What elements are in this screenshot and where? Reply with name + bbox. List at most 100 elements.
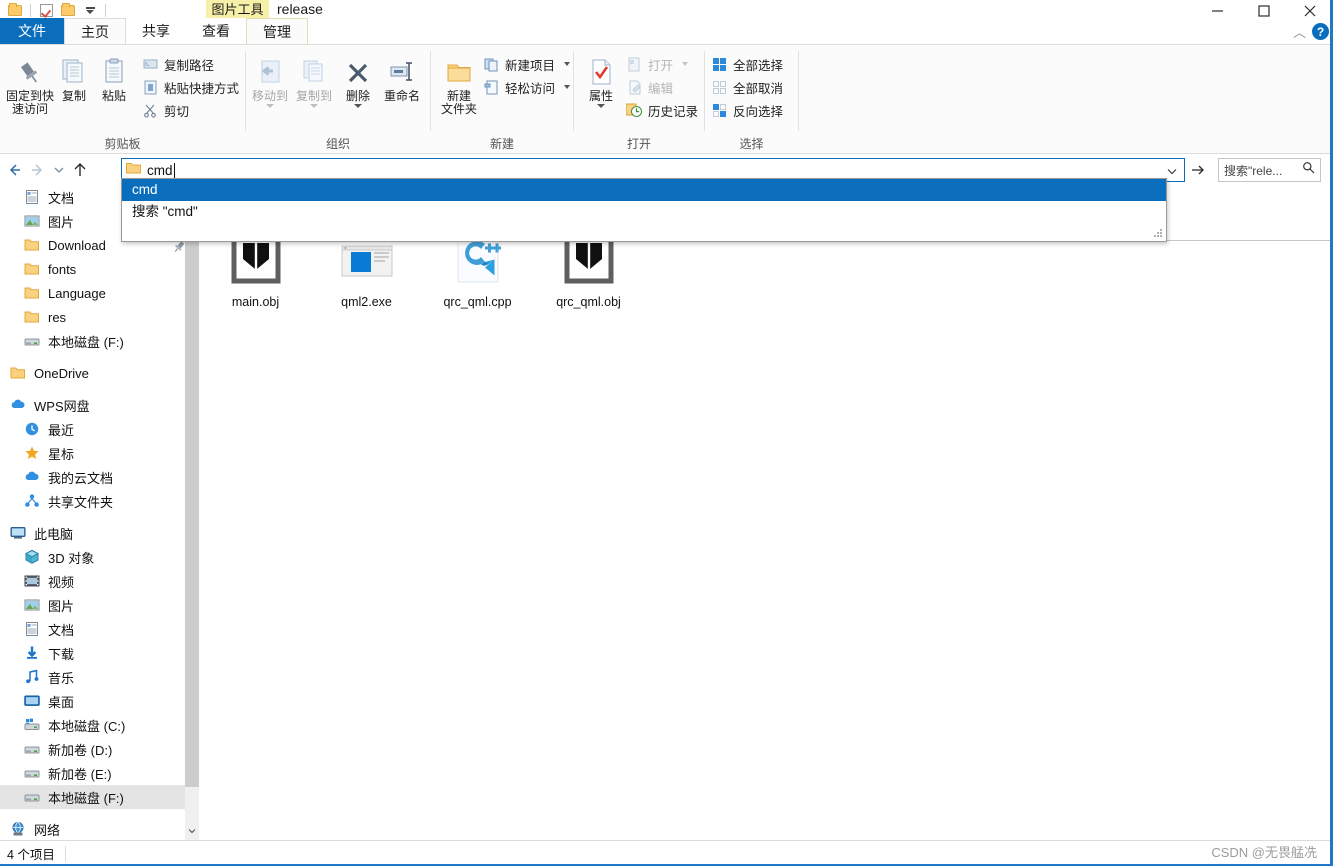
- autocomplete-item-cmd[interactable]: cmd: [122, 179, 1166, 201]
- sidebar-item-图片[interactable]: 图片: [0, 593, 185, 617]
- sidebar-item-网络[interactable]: 网络: [0, 817, 185, 840]
- history-button[interactable]: 历史记录: [626, 100, 698, 120]
- new-item-button[interactable]: 新建项目: [483, 54, 571, 74]
- recent-clock-icon: [22, 419, 42, 439]
- sidebar-item-OneDrive[interactable]: OneDrive: [0, 361, 185, 385]
- easy-access-caret-icon[interactable]: [564, 85, 571, 89]
- tab-home[interactable]: 主页: [64, 18, 126, 45]
- sidebar-item-此电脑[interactable]: 此电脑: [0, 521, 185, 545]
- pictures-icon: [22, 211, 42, 231]
- address-folder-icon: [126, 161, 142, 179]
- navigation-pane[interactable]: 文档 图片 Download fonts Language res 本地磁盘 (F:) One…: [0, 185, 185, 840]
- sidebar-item-本地磁盘-(F:)[interactable]: 本地磁盘 (F:): [0, 329, 185, 353]
- select-all-button[interactable]: 全部选择: [711, 54, 783, 74]
- sidebar-item-音乐[interactable]: 音乐: [0, 665, 185, 689]
- paste-icon: [99, 53, 129, 87]
- qat-customize-dropdown-icon[interactable]: [79, 1, 101, 19]
- qat-folder-icon[interactable]: [4, 1, 26, 19]
- open-label: 打开: [647, 58, 673, 73]
- edit-button[interactable]: 编辑: [626, 77, 698, 97]
- sidebar-item-本地磁盘-(C:)[interactable]: 本地磁盘 (C:): [0, 713, 185, 737]
- cut-button[interactable]: 剪切: [142, 100, 239, 120]
- sidebar-item-视频[interactable]: 视频: [0, 569, 185, 593]
- easy-access-icon: [483, 79, 500, 96]
- sidebar-item-文档[interactable]: 文档: [0, 617, 185, 641]
- move-to-button[interactable]: 移动到: [248, 49, 292, 108]
- copy-to-button[interactable]: 复制到: [292, 49, 336, 108]
- tab-manage[interactable]: 管理: [246, 18, 308, 45]
- copy-path-button[interactable]: \\.. 复制路径: [142, 54, 239, 74]
- autocomplete-item-search-cmd[interactable]: 搜索 "cmd": [122, 201, 1166, 223]
- move-to-caret-icon[interactable]: [266, 104, 274, 108]
- sidebar-item-本地磁盘-(F:)[interactable]: 本地磁盘 (F:): [0, 785, 185, 809]
- star-icon: [22, 443, 42, 463]
- window-title: release: [277, 1, 323, 17]
- new-item-caret-icon[interactable]: [564, 62, 571, 66]
- help-icon[interactable]: ?: [1312, 23, 1329, 40]
- copy-path-label: 复制路径: [163, 58, 214, 73]
- sidebar-item-星标[interactable]: 星标: [0, 441, 185, 465]
- sidebar-item-label: 本地磁盘 (C:): [48, 718, 126, 734]
- tab-view[interactable]: 查看: [186, 18, 246, 45]
- properties-label: 属性: [588, 89, 613, 103]
- pin-to-quick-access-button[interactable]: 固定到快 速访问: [6, 49, 54, 116]
- navigation-scrollbar[interactable]: [185, 185, 199, 840]
- open-button[interactable]: 打开: [626, 54, 698, 74]
- navigation-scroll-thumb[interactable]: [185, 207, 199, 787]
- paste-shortcut-button[interactable]: 粘贴快捷方式: [142, 77, 239, 97]
- sidebar-item-最近[interactable]: 最近: [0, 417, 185, 441]
- file-name: qrc_qml.obj: [556, 295, 621, 309]
- copy-to-caret-icon[interactable]: [310, 104, 318, 108]
- file-list-pane[interactable]: main.obj qml2.exe qrc_qml.cpp qrc_qml.obj: [200, 185, 1333, 840]
- tab-file[interactable]: 文件: [0, 18, 64, 45]
- qat-properties-check-icon[interactable]: [35, 1, 57, 19]
- sidebar-item-新加卷-(D:)[interactable]: 新加卷 (D:): [0, 737, 185, 761]
- properties-button[interactable]: 属性: [582, 49, 620, 108]
- up-arrow-icon[interactable]: [68, 158, 92, 182]
- invert-selection-button[interactable]: 反向选择: [711, 100, 783, 120]
- new-folder-button[interactable]: 新建 文件夹: [441, 49, 477, 116]
- easy-access-button[interactable]: 轻松访问: [483, 77, 571, 97]
- sidebar-item-res[interactable]: res: [0, 305, 185, 329]
- properties-caret-icon[interactable]: [596, 104, 605, 108]
- sidebar-item-我的云文档[interactable]: 我的云文档: [0, 465, 185, 489]
- this-pc-icon: [8, 523, 28, 543]
- tab-share[interactable]: 共享: [126, 18, 186, 45]
- navigation-pin-icon[interactable]: [172, 240, 186, 254]
- folder-icon: [22, 283, 42, 303]
- back-arrow-icon[interactable]: [2, 158, 26, 182]
- sidebar-item-label: 最近: [48, 422, 75, 438]
- select-none-label: 全部取消: [733, 81, 784, 96]
- resize-grip-icon[interactable]: [1154, 229, 1163, 238]
- delete-button[interactable]: 删除: [336, 49, 380, 108]
- forward-arrow-icon[interactable]: [26, 158, 50, 182]
- collapse-ribbon-icon[interactable]: ︿: [1293, 22, 1306, 41]
- recent-locations-icon[interactable]: [50, 158, 68, 182]
- go-arrow-icon[interactable]: [1188, 158, 1208, 182]
- search-icon[interactable]: [1302, 161, 1315, 179]
- copy-button[interactable]: 复制: [54, 49, 94, 103]
- sidebar-item-3D-对象[interactable]: 3D 对象: [0, 545, 185, 569]
- sidebar-item-fonts[interactable]: fonts: [0, 257, 185, 281]
- sidebar-item-下载[interactable]: 下载: [0, 641, 185, 665]
- sidebar-item-Language[interactable]: Language: [0, 281, 185, 305]
- qat-new-folder-icon[interactable]: [57, 1, 79, 19]
- sidebar-item-桌面[interactable]: 桌面: [0, 689, 185, 713]
- sidebar-item-label: fonts: [48, 261, 77, 277]
- scroll-down-icon[interactable]: [185, 822, 199, 840]
- sidebar-item-WPS网盘[interactable]: WPS网盘: [0, 393, 185, 417]
- open-caret-icon[interactable]: [682, 62, 688, 66]
- delete-caret-icon[interactable]: [354, 104, 362, 108]
- select-none-button[interactable]: 全部取消: [711, 77, 783, 97]
- rename-button[interactable]: 重命名: [380, 49, 424, 103]
- paste-button[interactable]: 粘贴: [94, 49, 134, 103]
- search-input[interactable]: 搜索"rele...: [1218, 158, 1321, 182]
- file-explorer-window: 图片工具 release 文件 主页 共享 查看 管理 ︿ ? 固定到快 速访问…: [0, 0, 1333, 866]
- sidebar-item-共享文件夹[interactable]: 共享文件夹: [0, 489, 185, 513]
- documents-icon: [22, 619, 42, 639]
- sidebar-item-新加卷-(E:)[interactable]: 新加卷 (E:): [0, 761, 185, 785]
- sidebar-item-label: 桌面: [48, 694, 75, 710]
- sidebar-item-label: 图片: [48, 598, 75, 614]
- move-to-label: 移动到: [251, 89, 288, 103]
